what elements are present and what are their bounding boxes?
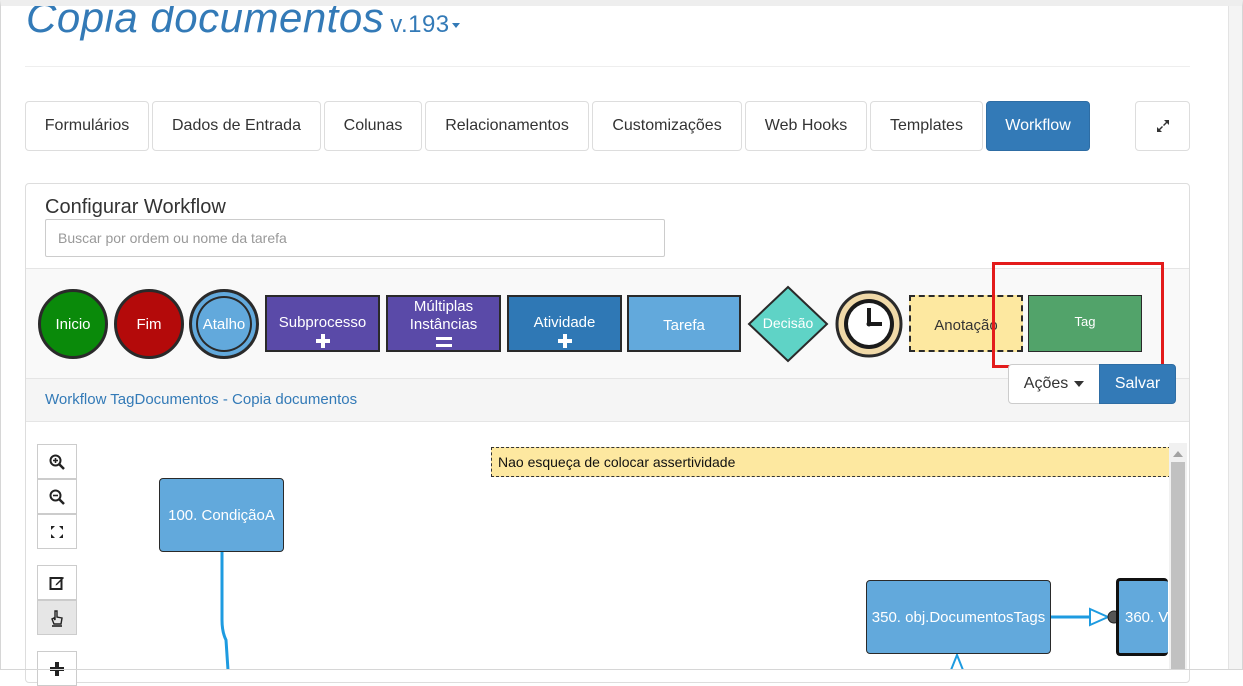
tab-colunas[interactable]: Colunas: [324, 101, 422, 151]
tab-web-hooks[interactable]: Web Hooks: [745, 101, 867, 151]
version-dropdown[interactable]: v.193: [390, 11, 460, 38]
zoom-out-icon: [49, 489, 65, 505]
zoom-in-button[interactable]: [37, 444, 77, 479]
expand-arrows-icon: [1156, 120, 1169, 132]
actions-label: Ações: [1023, 375, 1069, 392]
process-name: Copia documentos: [26, 0, 385, 41]
canvas-scrollbar-thumb[interactable]: [1171, 462, 1185, 670]
palette-atalho-label: Atalho: [202, 315, 246, 333]
palette-atalho[interactable]: Atalho: [189, 289, 259, 359]
palette-inicio[interactable]: Inicio: [38, 289, 108, 359]
task-node-360-label: 360. Va: [1125, 608, 1168, 626]
palette-fim-label: Fim: [136, 315, 162, 333]
palette-timer[interactable]: [835, 289, 903, 359]
palette-tarefa-label: Tarefa: [663, 317, 705, 334]
tab-customizacoes[interactable]: Customizações: [592, 101, 742, 151]
palette-subprocesso[interactable]: Subprocesso: [265, 295, 380, 352]
palette-decisao[interactable]: Decisão: [747, 285, 829, 363]
actions-dropdown-button[interactable]: Ações: [1008, 364, 1100, 404]
window-right-gutter: [1228, 0, 1243, 670]
highlight-box: [992, 262, 1164, 368]
edit-mode-button[interactable]: [37, 565, 77, 600]
fit-screen-icon: [51, 525, 63, 538]
task-search-input[interactable]: [45, 219, 665, 257]
task-node-350[interactable]: 350. obj.DocumentosTags: [866, 580, 1051, 654]
task-node-360[interactable]: 360. Va: [1116, 578, 1168, 656]
fullscreen-button[interactable]: [1135, 101, 1190, 151]
title-divider: [25, 66, 1190, 67]
palette-tarefa[interactable]: Tarefa: [627, 295, 741, 352]
pointer-hand-icon: [51, 609, 63, 627]
workflow-breadcrumb[interactable]: Workflow TagDocumentos - Copia documento…: [45, 391, 357, 408]
palette-fim[interactable]: Fim: [114, 289, 184, 359]
palette-multiplas-label-2: Instâncias: [409, 316, 478, 333]
palette-anotacao-label: Anotação: [934, 317, 998, 334]
tab-relacionamentos[interactable]: Relacionamentos: [425, 101, 589, 151]
fit-screen-button[interactable]: [37, 514, 77, 549]
tab-formularios[interactable]: Formulários: [25, 101, 149, 151]
pan-mode-button[interactable]: [37, 600, 77, 635]
palette-multiplas-label-1: Múltiplas: [413, 298, 474, 315]
zoom-in-icon: [49, 454, 65, 470]
plus-icon: [50, 661, 64, 676]
caret-down-icon: [1074, 381, 1085, 387]
task-node-100[interactable]: 100. CondiçãoA: [159, 478, 284, 552]
edit-icon: [49, 576, 64, 590]
tab-dados-de-entrada[interactable]: Dados de Entrada: [152, 101, 321, 151]
task-node-350-label: 350. obj.DocumentosTags: [871, 608, 1046, 626]
palette-subprocesso-label: Subprocesso: [278, 314, 367, 331]
palette-atividade-label: Atividade: [533, 314, 596, 331]
scroll-up-arrow-icon[interactable]: [1173, 451, 1183, 457]
tab-templates[interactable]: Templates: [870, 101, 983, 151]
chevron-down-icon: [451, 23, 460, 29]
plus-icon: [315, 334, 330, 348]
task-node-100-label: 100. CondiçãoA: [168, 506, 275, 524]
palette-inicio-label: Inicio: [55, 315, 91, 333]
annotation-text: Nao esqueça de colocar assertividade: [498, 454, 736, 470]
palette-decisao-label: Decisão: [762, 315, 814, 331]
diagram-annotation[interactable]: Nao esqueça de colocar assertividade: [491, 447, 1171, 477]
workflow-panel-title: Configurar Workflow: [45, 196, 226, 218]
palette-multiplas-instancias[interactable]: Múltiplas Instâncias: [386, 295, 501, 352]
zoom-out-button[interactable]: [37, 479, 77, 514]
tab-workflow[interactable]: Workflow: [986, 101, 1090, 151]
palette-atividade[interactable]: Atividade: [507, 295, 622, 352]
version-label: v.193: [390, 11, 450, 38]
equals-icon: [435, 337, 452, 347]
plus-icon: [557, 334, 572, 348]
clock-icon: [835, 290, 903, 358]
add-button[interactable]: [37, 651, 77, 686]
save-button[interactable]: Salvar: [1099, 364, 1176, 404]
page-title: Copia documentos v.193: [26, 0, 460, 42]
